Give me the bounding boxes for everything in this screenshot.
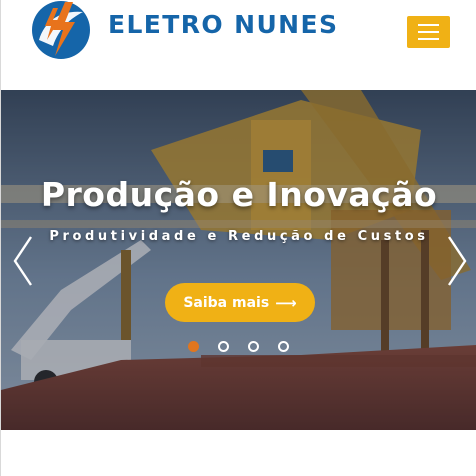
carousel-next-button[interactable] [445, 235, 469, 287]
hero-carousel: Produção e Inovação Produtividade e Redu… [1, 90, 476, 430]
arrow-right-icon: ⟶ [275, 293, 297, 312]
hamburger-icon-bar [418, 38, 439, 40]
carousel-indicators [188, 341, 289, 352]
carousel-dot-1[interactable] [188, 341, 199, 352]
hero-title: Produção e Inovação [40, 175, 438, 214]
brand-name: ELETRO NUNES [108, 10, 339, 39]
carousel-prev-button[interactable] [11, 235, 35, 287]
carousel-dot-2[interactable] [218, 341, 229, 352]
menu-toggle-button[interactable] [407, 16, 450, 48]
hero-overlay [1, 90, 476, 430]
learn-more-label: Saiba mais [183, 294, 270, 311]
site-header: ELETRO NUNES [1, 0, 476, 90]
hamburger-icon [418, 24, 439, 26]
carousel-dot-3[interactable] [248, 341, 259, 352]
chevron-right-icon [448, 236, 467, 286]
hamburger-icon-bar [418, 31, 439, 33]
logo-link[interactable] [31, 0, 91, 60]
content-area [1, 430, 476, 476]
chevron-left-icon [13, 236, 32, 286]
carousel-dot-4[interactable] [278, 341, 289, 352]
learn-more-button[interactable]: Saiba mais ⟶ [165, 283, 315, 322]
lightning-bolt-logo-icon [32, 1, 90, 59]
page: ELETRO NUNES Produção e Inovação Produti… [0, 0, 476, 476]
hero-subtitle: Produtividade e Redução de Custos [49, 229, 429, 244]
